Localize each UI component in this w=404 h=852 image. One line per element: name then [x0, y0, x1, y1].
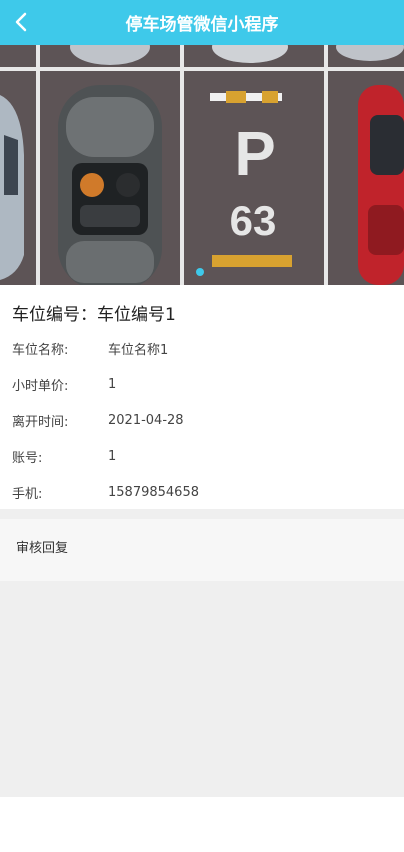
- empty-content-area: [0, 581, 404, 797]
- detail-label: 小时单价:: [12, 378, 69, 394]
- page-title: 停车场管微信小程序: [125, 15, 279, 35]
- detail-value: 1: [108, 448, 117, 464]
- detail-label: 离开时间:: [12, 414, 69, 430]
- detail-value: 车位名称1: [108, 342, 169, 358]
- detail-row-hourly-price: 小时单价: 1: [0, 366, 404, 402]
- parking-slot-number-mark: 63: [230, 197, 277, 244]
- parking-banner-image[interactable]: P 63: [0, 45, 404, 285]
- detail-row-phone: 手机: 15879854658: [0, 474, 404, 510]
- bottom-spacer: [0, 797, 404, 852]
- parking-details: 车位编号：车位编号1 车位名称: 车位名称1 小时单价: 1 离开时间: 202…: [0, 285, 404, 510]
- detail-row-account: 账号: 1: [0, 438, 404, 474]
- top-nav-bar: 停车场管微信小程序: [0, 0, 404, 45]
- detail-label: 账号:: [12, 450, 43, 466]
- detail-row-name: 车位名称: 车位名称1: [0, 330, 404, 366]
- review-reply-label: 审核回复: [16, 541, 69, 556]
- detail-value: 15879854658: [108, 484, 199, 500]
- detail-row-leave-time: 离开时间: 2021-04-28: [0, 402, 404, 438]
- parking-p-mark: P: [234, 120, 275, 189]
- detail-value: 1: [108, 376, 117, 392]
- section-divider: [0, 509, 404, 519]
- carousel-indicators: [196, 268, 204, 276]
- detail-value: 2021-04-28: [108, 412, 184, 428]
- detail-label: 手机:: [12, 486, 43, 502]
- detail-label: 车位名称:: [12, 342, 69, 358]
- review-reply-section: 审核回复: [0, 519, 404, 581]
- back-icon[interactable]: [10, 10, 34, 34]
- slot-number-title: 车位编号：车位编号1: [12, 305, 176, 325]
- carousel-dot-active[interactable]: [196, 268, 204, 276]
